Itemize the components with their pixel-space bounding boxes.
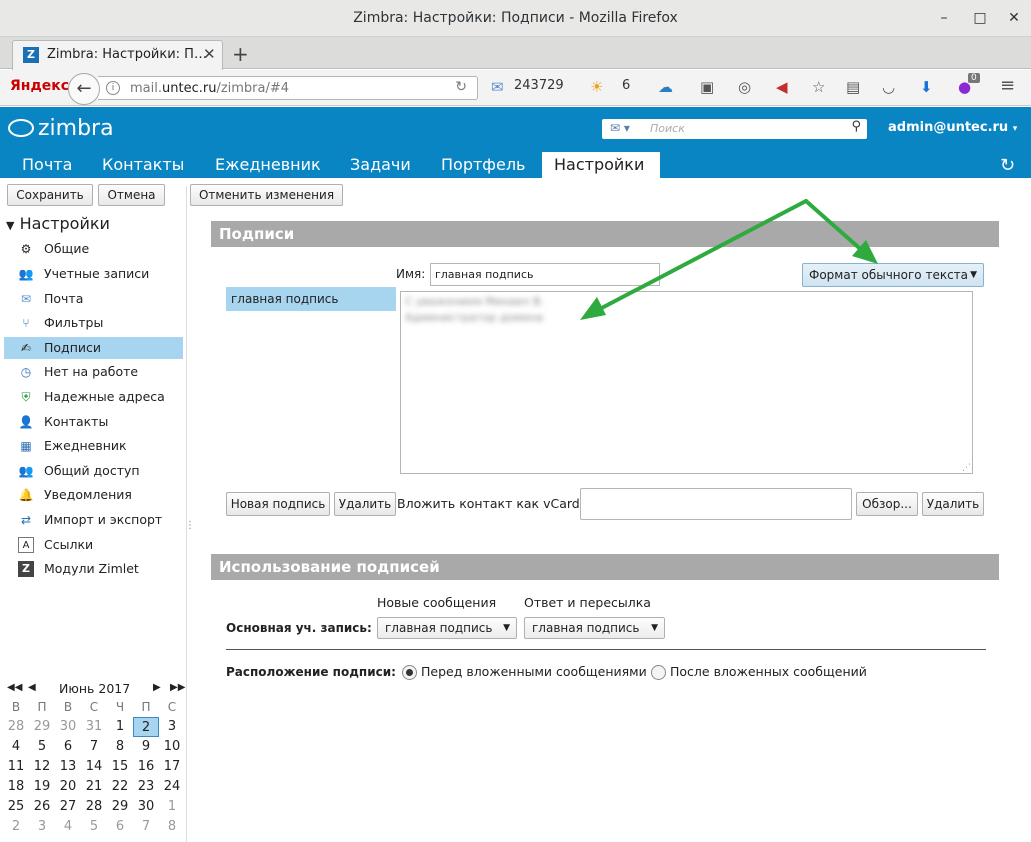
arrow-to-format-button: [804, 199, 868, 256]
arrowhead-textarea-icon: [580, 297, 606, 320]
arrow-to-textarea: [594, 199, 808, 313]
annotation-arrows: [580, 199, 878, 320]
